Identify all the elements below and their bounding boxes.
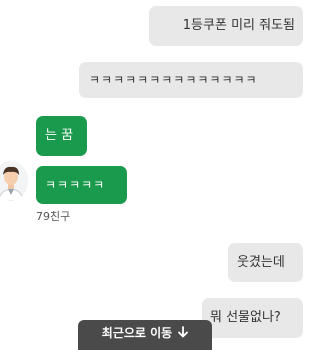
incoming-message[interactable]: 는 꿈	[36, 116, 87, 156]
jump-to-latest-label: 최근으로 이동	[101, 325, 173, 340]
sender-name: 79친구	[36, 210, 71, 223]
outgoing-message[interactable]: ㅋㅋㅋㅋㅋㅋㅋㅋㅋㅋㅋㅋㅋㅋ	[79, 62, 303, 98]
outgoing-message[interactable]: 웃겼는데	[228, 243, 303, 282]
person-avatar-icon[interactable]	[0, 161, 28, 201]
outgoing-message[interactable]: 뭐 선물없나?	[202, 298, 303, 338]
outgoing-message[interactable]: 1등쿠폰 미리 줘도됨	[149, 6, 303, 46]
jump-to-latest-button[interactable]: 최근으로 이동	[78, 320, 212, 350]
incoming-message[interactable]: ㅋㅋㅋㅋㅋ	[36, 166, 127, 204]
arrow-down-icon	[178, 326, 189, 338]
